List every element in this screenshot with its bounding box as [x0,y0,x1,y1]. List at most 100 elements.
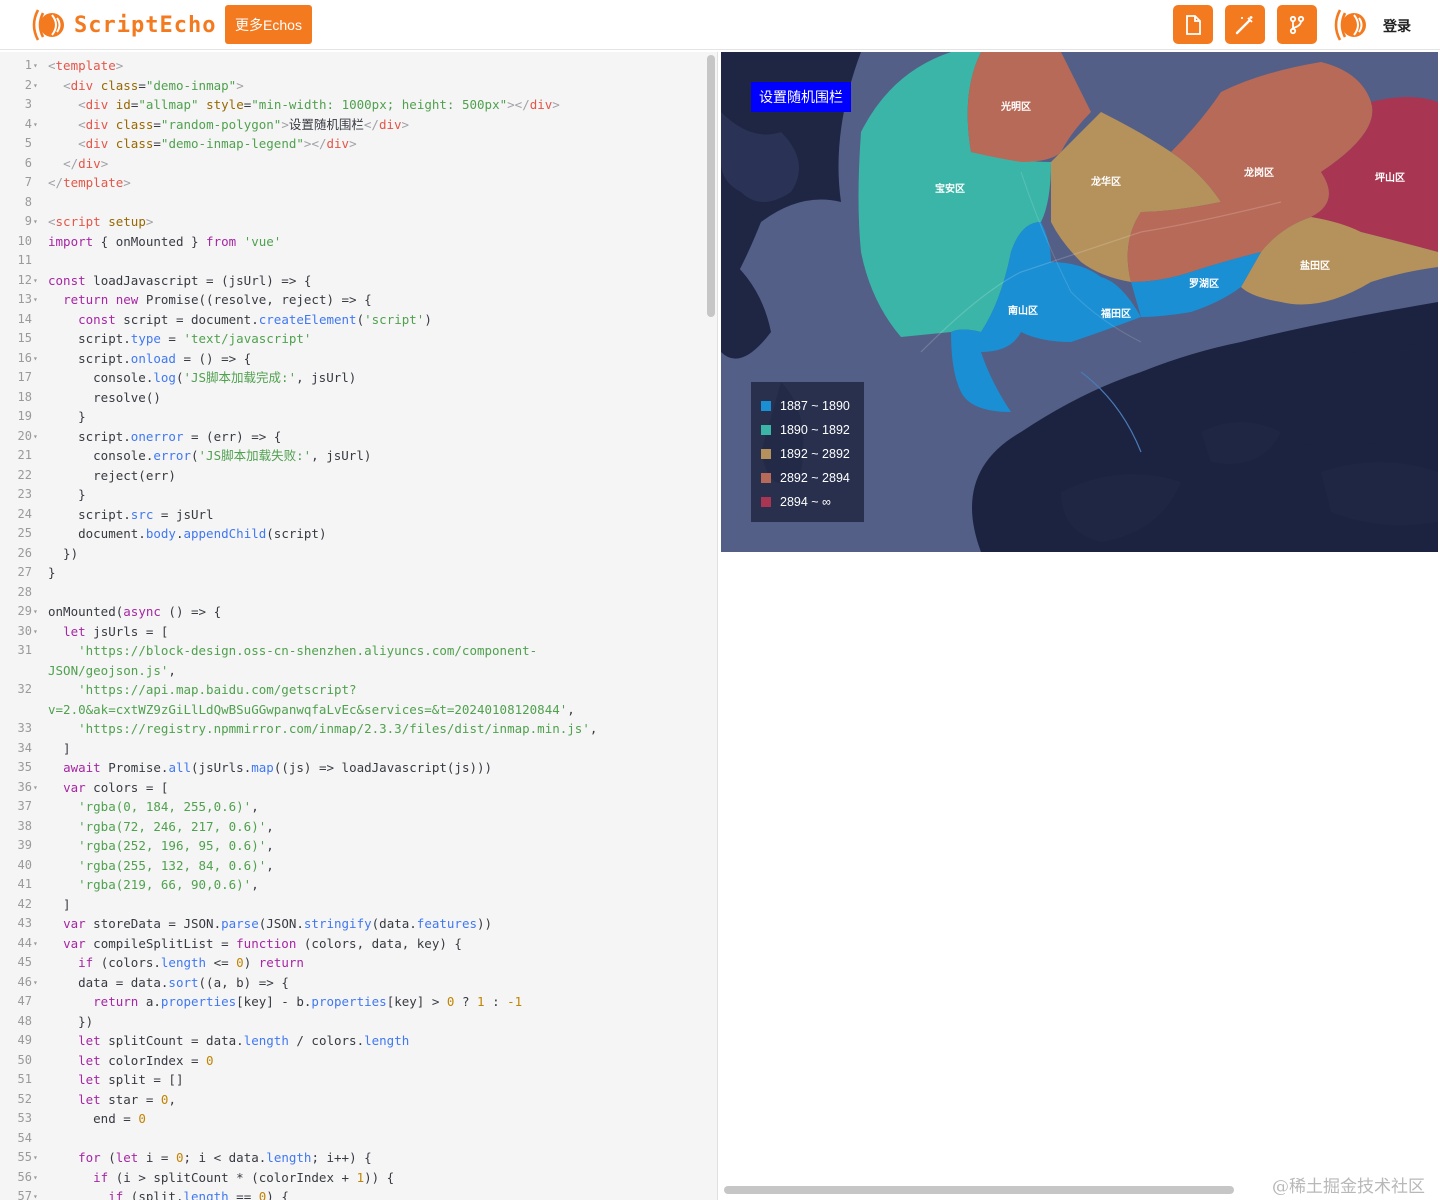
line-number: 51 [17,1072,32,1086]
fold-toggle-icon[interactable]: ▾ [33,778,38,798]
code-line[interactable]: 9 ▾ <script setup> [0,212,700,232]
code-line[interactable]: 23 } [0,485,700,505]
code-line[interactable]: 49 let splitCount = data.length / colors… [0,1031,700,1051]
code-line[interactable]: 13 ▾ return new Promise((resolve, reject)… [0,290,700,310]
fold-toggle-icon[interactable]: ▾ [33,1187,38,1200]
more-echos-button[interactable]: 更多Echos [225,5,312,44]
code-line[interactable]: 17 console.log('JS脚本加载完成:', jsUrl) [0,368,700,388]
user-avatar-icon[interactable] [1330,6,1372,44]
code-line[interactable]: 8 [0,193,700,213]
code-editor[interactable]: 1 ▾ <template> 2 ▾ <div class="demo-inmap"> 3… [0,52,718,1200]
preview-horizontal-scrollbar[interactable] [724,1186,1234,1194]
code-line[interactable]: 22 reject(err) [0,466,700,486]
editor-scrollbar[interactable] [707,55,715,317]
line-number: 25 [17,526,32,540]
fold-toggle-icon[interactable]: ▾ [33,290,38,310]
code-line[interactable]: 10 import { onMounted } from 'vue' [0,232,700,252]
code-line[interactable]: 54 [0,1129,700,1149]
fold-toggle-icon[interactable]: ▾ [33,271,38,291]
code-line[interactable]: 56 ▾ if (i > splitCount * (colorIndex + 1… [0,1168,700,1188]
code-line[interactable]: 5 <div class="demo-inmap-legend"></div> [0,134,700,154]
code-line[interactable]: 31 'https://block-design.oss-cn-shenzhen… [0,641,700,661]
code-line[interactable]: 28 [0,583,700,603]
code-line[interactable]: 15 script.type = 'text/javascript' [0,329,700,349]
fold-toggle-icon[interactable]: ▾ [33,934,38,954]
new-file-button[interactable] [1173,5,1213,44]
code-line[interactable]: 18 resolve() [0,388,700,408]
code-line[interactable]: 55 ▾ for (let i = 0; i < data.length; i++… [0,1148,700,1168]
code-line[interactable]: 51 let split = [] [0,1070,700,1090]
code-line[interactable]: 43 var storeData = JSON.parse(JSON.strin… [0,914,700,934]
fold-toggle-icon[interactable]: ▾ [33,1168,38,1188]
random-fence-button[interactable]: 设置随机围栏 [751,82,851,112]
fold-toggle-icon[interactable]: ▾ [33,1148,38,1168]
code-line[interactable]: 53 end = 0 [0,1109,700,1129]
code-line[interactable]: 42 ] [0,895,700,915]
fold-toggle-icon[interactable]: ▾ [33,602,38,622]
code-line[interactable]: 50 let colorIndex = 0 [0,1051,700,1071]
code-line[interactable]: JSON/geojson.js', [0,661,700,681]
code-line[interactable]: 24 script.src = jsUrl [0,505,700,525]
code-line[interactable]: 19 } [0,407,700,427]
code-line[interactable]: 16 ▾ script.onload = () => { [0,349,700,369]
code-line[interactable]: 44 ▾ var compileSplitList = function (col… [0,934,700,954]
code-text: reject(err) [48,467,176,483]
fold-toggle-icon[interactable]: ▾ [33,427,38,447]
login-link[interactable]: 登录 [1383,16,1411,36]
code-line[interactable]: 27} [0,563,700,583]
fold-toggle-icon[interactable]: ▾ [33,973,38,993]
code-line[interactable]: 20 ▾ script.onerror = (err) => { [0,427,700,447]
fold-toggle-icon[interactable]: ▾ [33,622,38,642]
code-line[interactable]: 33 'https://registry.npmmirror.com/inmap… [0,719,700,739]
district-label: 宝安区 [935,184,965,195]
code-line[interactable]: 29 ▾ onMounted(async () => { [0,602,700,622]
logo[interactable]: ScriptEcho [28,6,216,44]
code-line[interactable]: 25 document.body.appendChild(script) [0,524,700,544]
code-line[interactable]: 2 ▾ <div class="demo-inmap"> [0,76,700,96]
code-line[interactable]: 48 }) [0,1012,700,1032]
fold-toggle-icon[interactable]: ▾ [33,56,38,76]
fold-toggle-icon[interactable]: ▾ [33,76,38,96]
code-line[interactable]: 37 'rgba(0, 184, 255,0.6)', [0,797,700,817]
code-line[interactable]: 38 'rgba(72, 246, 217, 0.6)', [0,817,700,837]
code-text: return new Promise((resolve, reject) => … [63,292,372,307]
code-text: var colors = [ [63,779,169,795]
code-line[interactable]: 21 console.error('JS脚本加载失败:', jsUrl) [0,446,700,466]
code-text: script.onerror = (err) => { [48,428,282,444]
code-line[interactable]: 7 </template> [0,173,700,193]
line-number: 38 [17,818,32,833]
fold-toggle-icon[interactable]: ▾ [33,349,38,369]
code-line[interactable]: 30 ▾ let jsUrls = [ [0,622,700,642]
fold-toggle-icon[interactable]: ▾ [33,115,38,135]
code-line[interactable]: 6 </div> [0,154,700,174]
generate-button[interactable] [1225,5,1265,44]
district-label: 龙岗区 [1244,168,1274,179]
code-line[interactable]: 45 if (colors.length <= 0) return [0,953,700,973]
code-line[interactable]: 34 ] [0,739,700,759]
code-line[interactable]: 1 ▾ <template> [0,56,700,76]
code-text: document.body.appendChild(script) [48,526,327,541]
code-line[interactable]: 57 ▾ if (split.length == 0) { [0,1187,700,1200]
code-line[interactable]: v=2.0&ak=cxtWZ9zGiLlLdQwBSuGGwpanwqfaLvE… [0,700,700,720]
code-line[interactable]: 3 <div id="allmap" style="min-width: 100… [0,95,700,115]
code-line[interactable]: 52 let star = 0, [0,1090,700,1110]
map-canvas[interactable]: 设置随机围栏 光明区 宝安区 龙华区 龙岗区 坪山区 盐田区 罗湖区 福田区 南… [721,52,1438,552]
code-line[interactable]: 41 'rgba(219, 66, 90,0.6)', [0,875,700,895]
code-text: onMounted(async () => { [48,604,222,619]
code-line[interactable]: 40 'rgba(255, 132, 84, 0.6)', [0,856,700,876]
code-line[interactable]: 14 const script = document.createElement… [0,310,700,330]
line-number: 35 [17,760,32,774]
code-line[interactable]: 47 return a.properties[key] - b.properti… [0,992,700,1012]
code-line[interactable]: 12 ▾ const loadJavascript = (jsUrl) => { [0,271,700,291]
code-line[interactable]: 11 [0,251,700,271]
code-line[interactable]: 46 ▾ data = data.sort((a, b) => { [0,973,700,993]
code-line[interactable]: 4 ▾ <div class="random-polygon">设置随机围栏</d… [0,115,700,135]
code-line[interactable]: 35 await Promise.all(jsUrls.map((js) => … [0,758,700,778]
line-number: 52 [17,1091,32,1106]
code-line[interactable]: 36 ▾ var colors = [ [0,778,700,798]
code-line[interactable]: 39 'rgba(252, 196, 95, 0.6)', [0,836,700,856]
code-line[interactable]: 32 'https://api.map.baidu.com/getscript? [0,680,700,700]
fork-button[interactable] [1277,5,1317,44]
fold-toggle-icon[interactable]: ▾ [33,212,38,232]
code-line[interactable]: 26 }) [0,544,700,564]
